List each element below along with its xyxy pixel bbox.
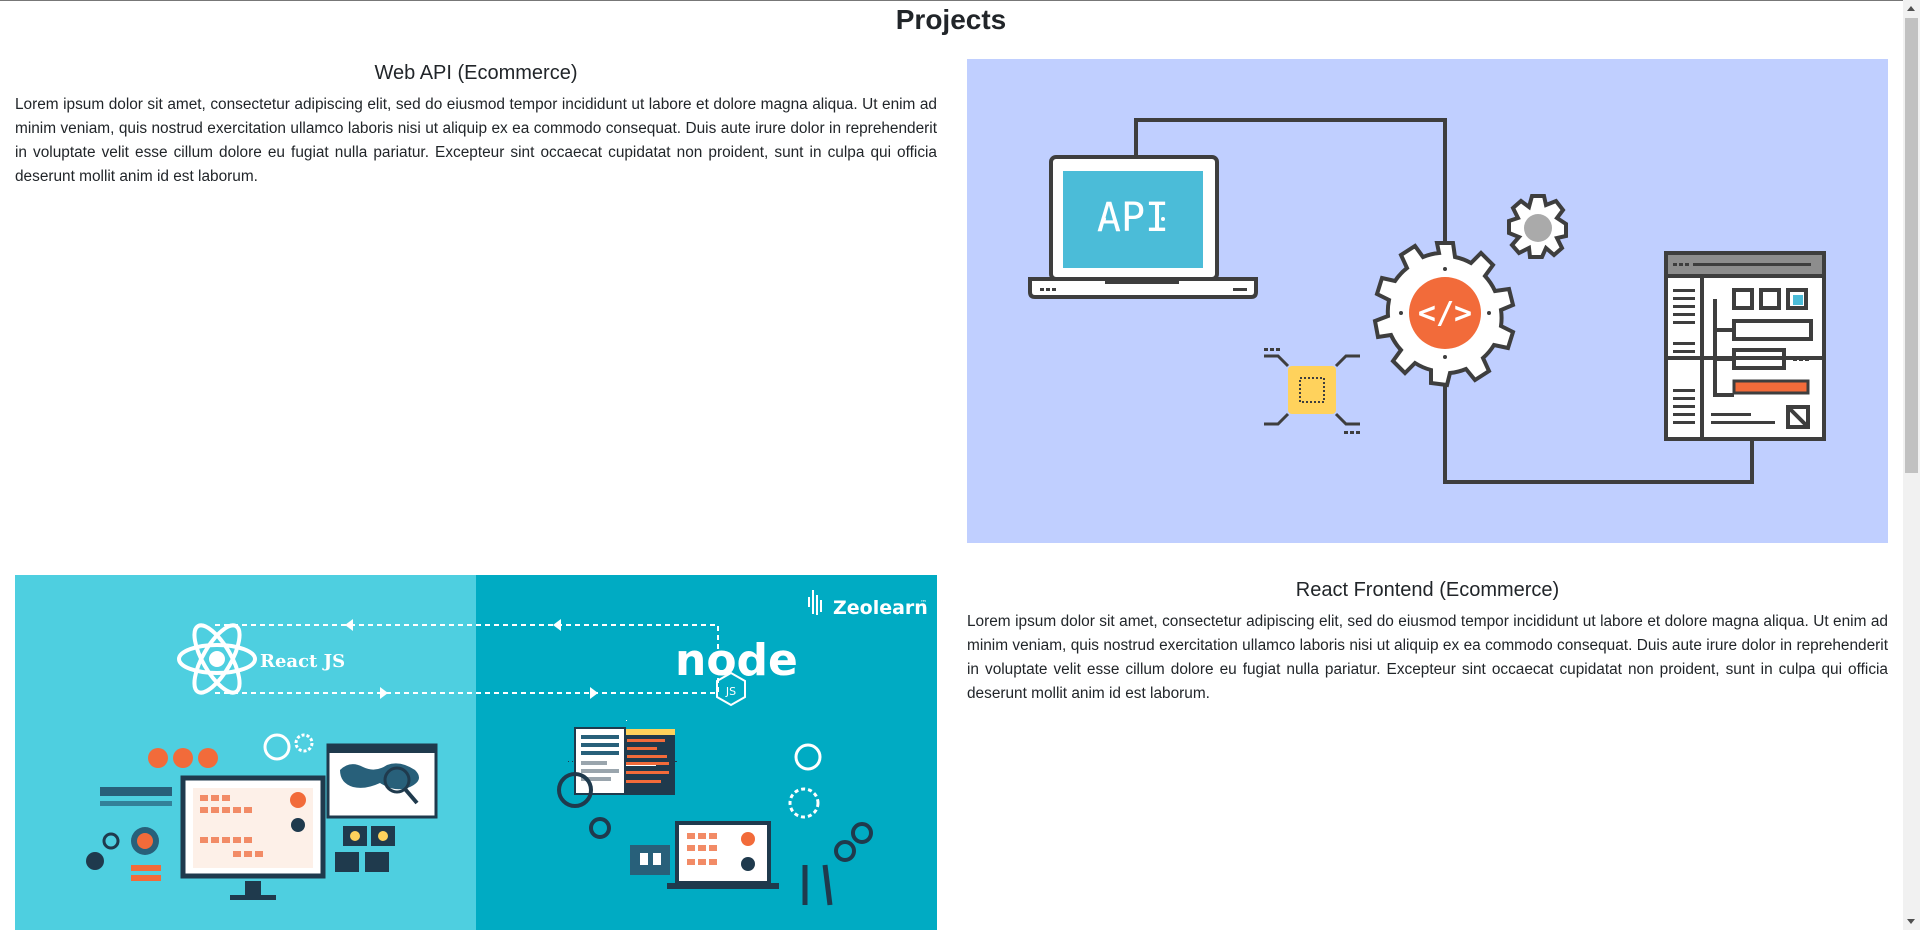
brand-name: Zeolearn: [833, 597, 928, 619]
scroll-up-icon[interactable]: [1907, 6, 1915, 11]
api-illustration: API </>: [967, 59, 1888, 543]
svg-text:JS: JS: [725, 685, 736, 698]
svg-text:API: API: [1097, 195, 1169, 241]
project-web-api: Web API (Ecommerce) Lorem ipsum dolor si…: [15, 60, 937, 189]
web-page-icon: [1664, 251, 1826, 441]
scrollbar-thumb[interactable]: [1905, 18, 1918, 473]
project-description: Lorem ipsum dolor sit amet, consectetur …: [15, 96, 937, 185]
small-gear-icon: [1507, 194, 1568, 259]
svg-text:React JS: React JS: [260, 651, 345, 672]
project-description: Lorem ipsum dolor sit amet, consectetur …: [967, 613, 1888, 702]
weather-icons: [148, 748, 218, 768]
react-node-illustration: React JS node JS Zeolearn ™: [15, 575, 937, 930]
project-react-frontend: React Frontend (Ecommerce) Lorem ipsum d…: [967, 577, 1888, 706]
svg-text:</>: </>: [1418, 296, 1472, 331]
page-scrollbar[interactable]: [1903, 0, 1920, 930]
laptop-code-icon: [625, 720, 675, 795]
white-paper-document-icon: [626, 761, 627, 762]
svg-text:™: ™: [920, 599, 927, 607]
project-title: Web API (Ecommerce): [374, 62, 578, 84]
white-document-card: [572, 761, 573, 762]
laptop-icon: [667, 821, 779, 889]
page-title: Projects: [895, 4, 1007, 35]
scroll-down-icon[interactable]: [1907, 919, 1915, 924]
white-doc-right-scene: [574, 727, 626, 795]
world-map-icon: [326, 743, 438, 819]
node-logo-icon: node: [675, 635, 798, 686]
project-title: React Frontend (Ecommerce): [1295, 579, 1560, 601]
